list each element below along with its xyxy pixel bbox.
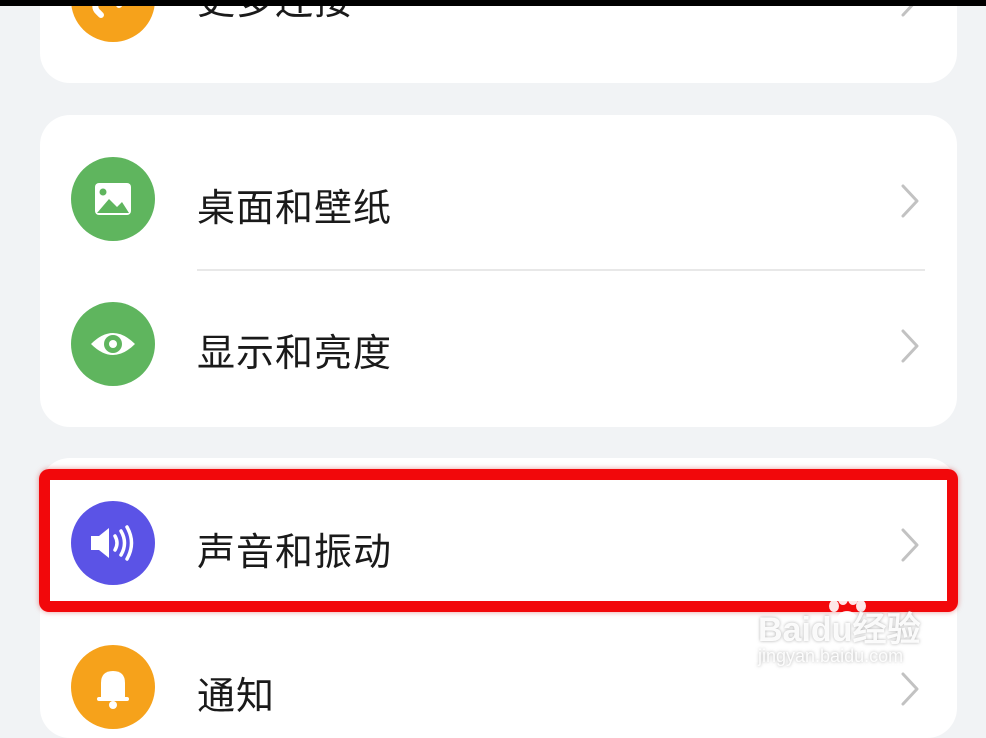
top-status-strip	[0, 0, 986, 6]
settings-group-connections: 更多连接	[40, 0, 957, 83]
settings-group-personalization: 桌面和壁纸 显示和亮度	[40, 115, 957, 427]
chevron-right-icon	[898, 327, 922, 365]
settings-item-more-connections[interactable]: 更多连接	[40, 0, 957, 83]
highlight-annotation-box	[39, 469, 958, 612]
divider	[197, 269, 925, 271]
link-icon	[71, 0, 155, 42]
watermark-brand: Baidu经验	[758, 611, 921, 649]
settings-item-label: 显示和亮度	[197, 331, 393, 375]
baidu-watermark: Baidu经验 jingyan.baidu.com	[756, 592, 976, 672]
settings-item-label: 通知	[197, 674, 276, 718]
watermark-url: jingyan.baidu.com	[758, 646, 904, 666]
image-icon	[71, 157, 155, 241]
chevron-right-icon	[898, 670, 922, 708]
settings-item-display-brightness[interactable]: 显示和亮度	[40, 273, 957, 418]
eye-icon	[71, 302, 155, 386]
settings-item-desktop-wallpaper[interactable]: 桌面和壁纸	[40, 128, 957, 273]
settings-item-label: 桌面和壁纸	[197, 186, 393, 230]
chevron-right-icon	[898, 182, 922, 220]
bell-icon	[71, 645, 155, 729]
